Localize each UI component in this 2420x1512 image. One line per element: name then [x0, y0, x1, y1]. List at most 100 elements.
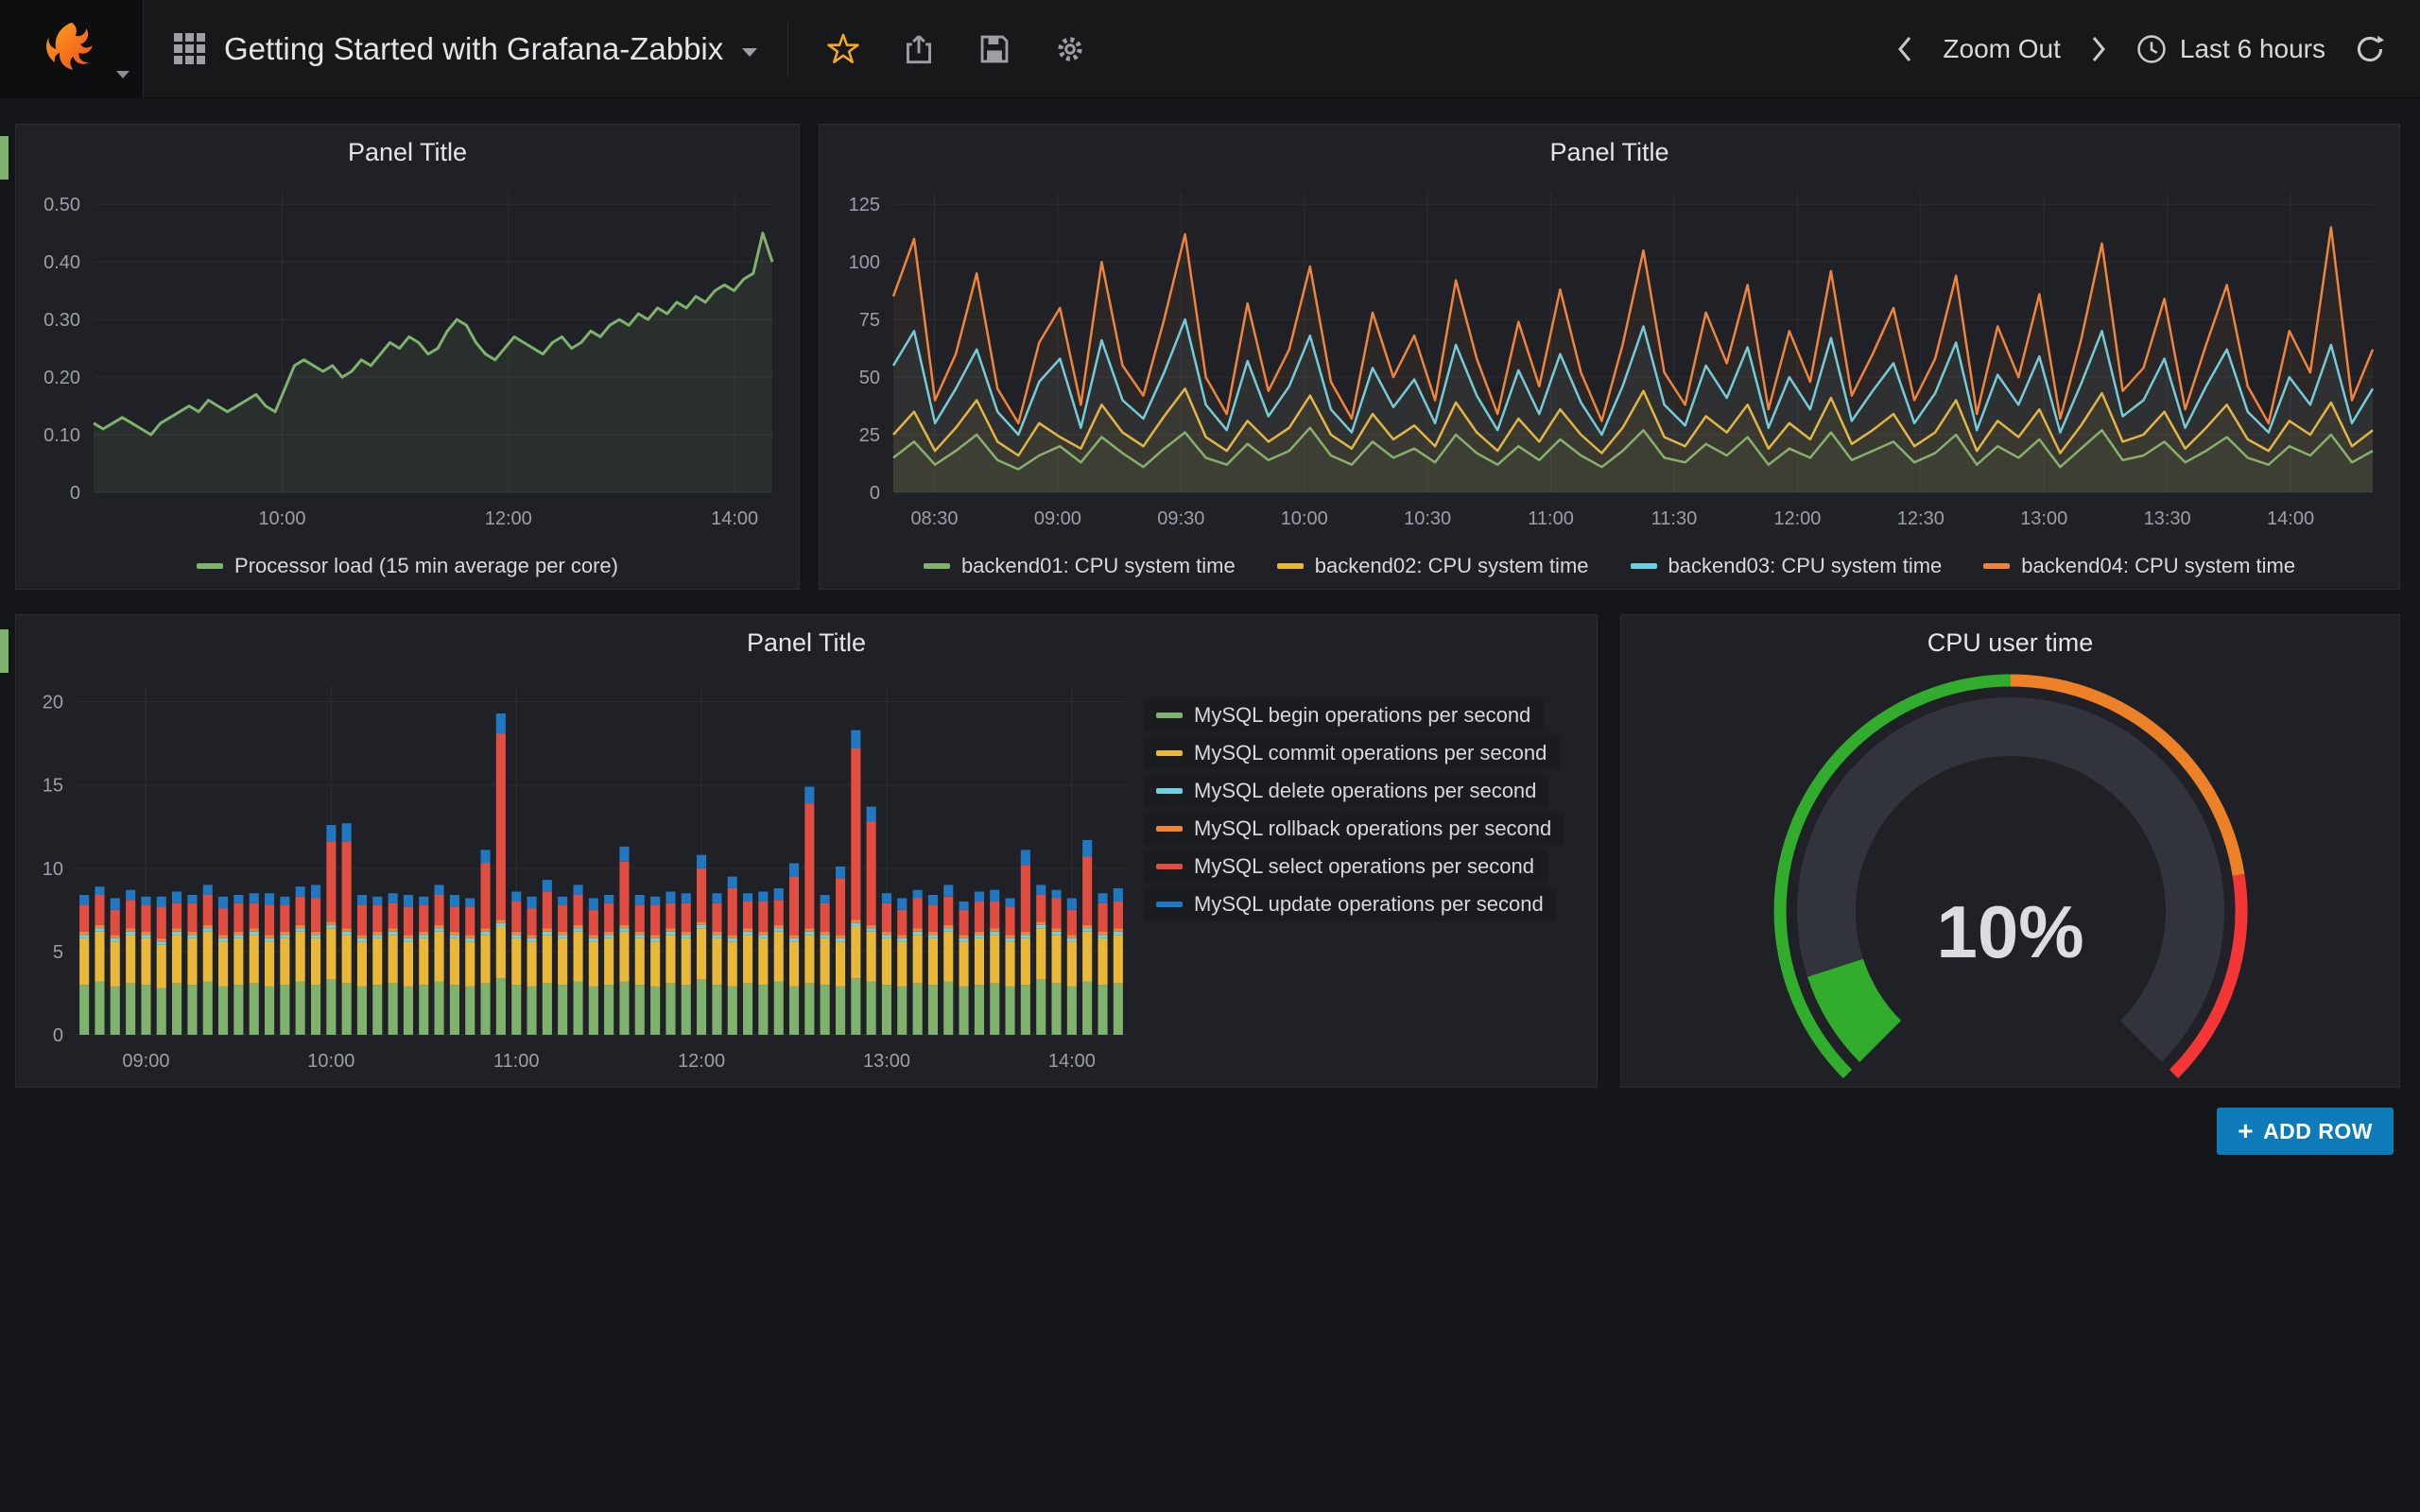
- svg-text:20: 20: [43, 693, 63, 713]
- grafana-logo-button[interactable]: [0, 0, 144, 97]
- time-range-picker[interactable]: Last 6 hours: [2136, 34, 2325, 64]
- legend-label: MySQL select operations per second: [1194, 854, 1534, 879]
- svg-text:10:00: 10:00: [1281, 508, 1328, 529]
- svg-text:09:30: 09:30: [1157, 508, 1204, 529]
- svg-text:11:30: 11:30: [1651, 508, 1698, 529]
- panel-cpu-user-time: CPU user time 10%: [1620, 614, 2400, 1088]
- chevron-left-icon: [1895, 34, 1914, 64]
- dashboard-picker-button[interactable]: Getting Started with Grafana-Zabbix: [144, 0, 787, 97]
- plus-icon: +: [2238, 1118, 2254, 1144]
- svg-text:13:00: 13:00: [2020, 508, 2067, 529]
- row-handle[interactable]: [0, 629, 9, 673]
- svg-text:12:00: 12:00: [678, 1051, 725, 1072]
- settings-button[interactable]: [1053, 32, 1087, 66]
- legend-dash-icon: [1631, 563, 1657, 569]
- grafana-logo-icon: [42, 19, 102, 79]
- legend-label: MySQL delete operations per second: [1194, 779, 1536, 803]
- gear-icon: [1053, 32, 1087, 66]
- chart-legend: Processor load (15 min average per core): [16, 541, 799, 591]
- legend-dash-icon: [197, 563, 223, 569]
- svg-text:100: 100: [849, 252, 880, 273]
- legend-label: backend02: CPU system time: [1315, 554, 1589, 578]
- legend-dash-icon: [1156, 902, 1183, 907]
- legend-label: backend03: CPU system time: [1668, 554, 1943, 578]
- svg-text:14:00: 14:00: [2267, 508, 2314, 529]
- svg-text:5: 5: [53, 942, 63, 963]
- panel-title-menu[interactable]: Panel Title: [16, 125, 799, 180]
- svg-text:14:00: 14:00: [711, 508, 758, 529]
- mysql-operations-chart[interactable]: 0510152009:0010:0011:0012:0013:0014:00: [16, 670, 1143, 1087]
- svg-text:14:00: 14:00: [1048, 1051, 1096, 1072]
- time-controls: Zoom Out Last 6 hours: [1895, 33, 2420, 65]
- save-icon: [977, 32, 1011, 66]
- svg-text:75: 75: [859, 310, 880, 331]
- svg-text:0.40: 0.40: [43, 252, 80, 273]
- svg-text:13:30: 13:30: [2144, 508, 2191, 529]
- zoom-out-button[interactable]: Zoom Out: [1943, 34, 2060, 64]
- legend-label: backend01: CPU system time: [961, 554, 1236, 578]
- row-handle[interactable]: [0, 136, 9, 180]
- legend-item[interactable]: Processor load (15 min average per core): [197, 554, 618, 578]
- panel-title: CPU user time: [1927, 628, 2094, 658]
- legend-item[interactable]: MySQL rollback operations per second: [1143, 812, 1564, 846]
- legend-item[interactable]: MySQL delete operations per second: [1143, 774, 1549, 808]
- panel-title: Panel Title: [1549, 138, 1668, 167]
- svg-text:0: 0: [870, 483, 880, 504]
- svg-text:0.50: 0.50: [43, 195, 80, 215]
- panel-mysql-operations: Panel Title 0510152009:0010:0011:0012:00…: [15, 614, 1598, 1088]
- legend-label: MySQL begin operations per second: [1194, 703, 1530, 728]
- chart-legend: backend01: CPU system time backend02: CP…: [820, 541, 2399, 591]
- legend-label: MySQL commit operations per second: [1194, 741, 1547, 765]
- svg-text:25: 25: [859, 425, 880, 446]
- legend-dash-icon: [1156, 788, 1183, 794]
- panel-cpu-system-time: Panel Title 025507510012508:3009:0009:30…: [819, 124, 2400, 590]
- clock-icon: [2136, 34, 2167, 64]
- gauge-value: 10%: [1621, 889, 2399, 975]
- svg-text:13:00: 13:00: [863, 1051, 910, 1072]
- legend-label: Processor load (15 min average per core): [234, 554, 618, 578]
- panel-title: Panel Title: [747, 628, 866, 658]
- chevron-right-icon: [2089, 34, 2108, 64]
- legend-item[interactable]: MySQL update operations per second: [1143, 887, 1557, 921]
- svg-text:15: 15: [43, 776, 63, 797]
- svg-text:11:00: 11:00: [493, 1051, 540, 1072]
- star-icon: [826, 32, 860, 66]
- legend-dash-icon: [1156, 750, 1183, 756]
- legend-dash-icon: [1983, 563, 2010, 569]
- svg-text:0: 0: [53, 1025, 63, 1046]
- legend-item[interactable]: MySQL commit operations per second: [1143, 736, 1560, 770]
- legend-item[interactable]: backend01: CPU system time: [924, 554, 1236, 578]
- legend-item[interactable]: backend04: CPU system time: [1983, 554, 2295, 578]
- refresh-icon: [2354, 33, 2386, 65]
- svg-text:09:00: 09:00: [122, 1051, 169, 1072]
- add-row-label: ADD ROW: [2263, 1119, 2373, 1144]
- panel-title-menu[interactable]: Panel Title: [820, 125, 2399, 180]
- processor-load-chart[interactable]: 00.100.200.300.400.5010:0012:0014:00: [16, 180, 799, 541]
- svg-text:0.30: 0.30: [43, 310, 80, 331]
- svg-text:0.10: 0.10: [43, 425, 80, 446]
- svg-text:0.20: 0.20: [43, 368, 80, 388]
- legend-item[interactable]: MySQL select operations per second: [1143, 850, 1547, 884]
- svg-text:12:00: 12:00: [485, 508, 532, 529]
- svg-text:10:00: 10:00: [258, 508, 305, 529]
- top-navbar: Getting Started with Grafana-Zabbix: [0, 0, 2420, 98]
- legend-item[interactable]: MySQL begin operations per second: [1143, 698, 1544, 732]
- time-back-button[interactable]: [1895, 34, 1914, 64]
- panel-title-menu[interactable]: CPU user time: [1621, 615, 2399, 670]
- svg-text:125: 125: [849, 195, 880, 215]
- add-row-button[interactable]: + ADD ROW: [2217, 1108, 2394, 1155]
- share-button[interactable]: [902, 32, 936, 66]
- cpu-system-time-chart[interactable]: 025507510012508:3009:0009:3010:0010:3011…: [820, 180, 2399, 541]
- legend-item[interactable]: backend03: CPU system time: [1631, 554, 1943, 578]
- time-forward-button[interactable]: [2089, 34, 2108, 64]
- legend-dash-icon: [1156, 826, 1183, 832]
- legend-item[interactable]: backend02: CPU system time: [1277, 554, 1589, 578]
- refresh-button[interactable]: [2354, 33, 2386, 65]
- svg-text:12:00: 12:00: [1773, 508, 1821, 529]
- chart-legend: MySQL begin operations per second MySQL …: [1143, 670, 1597, 1087]
- star-button[interactable]: [826, 32, 860, 66]
- time-range-label: Last 6 hours: [2180, 34, 2325, 64]
- panel-title-menu[interactable]: Panel Title: [16, 615, 1597, 670]
- save-button[interactable]: [977, 32, 1011, 66]
- legend-dash-icon: [1156, 713, 1183, 718]
